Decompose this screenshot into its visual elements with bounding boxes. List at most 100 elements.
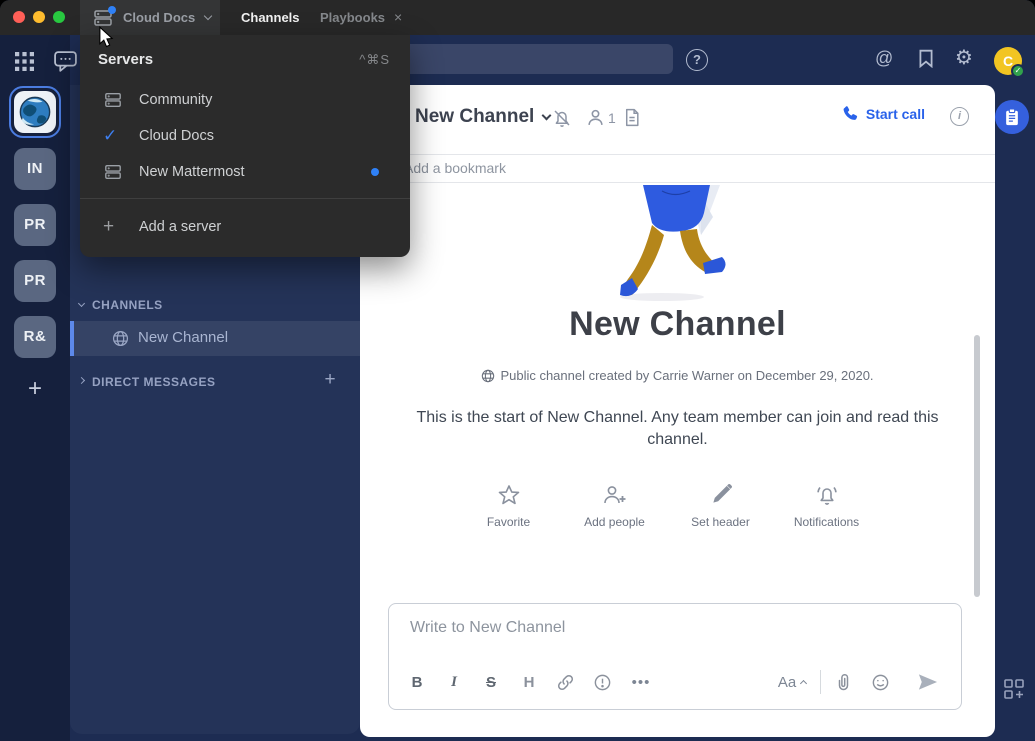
member-icon <box>586 108 605 127</box>
search-input[interactable] <box>395 44 673 74</box>
attach-file-icon[interactable] <box>831 666 855 698</box>
app-marketplace-icon[interactable] <box>1004 679 1024 704</box>
tab-close-icon[interactable]: × <box>394 9 402 25</box>
channel-info-icon[interactable]: i <box>950 107 969 126</box>
selected-channel-bar <box>70 321 74 356</box>
emoji-icon[interactable] <box>868 666 892 698</box>
server-icon <box>92 8 114 28</box>
globe-team-icon <box>18 95 52 129</box>
favorite-button[interactable]: Favorite <box>467 483 551 531</box>
help-icon[interactable]: ? <box>686 49 708 71</box>
check-icon: ✓ <box>103 126 125 146</box>
apps-grid-icon[interactable] <box>15 52 34 76</box>
servers-menu-header: Servers ^⌘S <box>80 35 410 82</box>
messages-icon[interactable] <box>53 50 78 78</box>
add-people-button[interactable]: Add people <box>573 483 657 531</box>
menu-item-community[interactable]: Community <box>80 82 410 118</box>
servers-menu-shortcut: ^⌘S <box>359 52 390 68</box>
team-item[interactable]: IN <box>14 148 56 190</box>
star-icon <box>467 483 551 513</box>
channel-title-menu[interactable]: New Channel <box>415 106 550 128</box>
strikethrough-button[interactable]: S <box>481 666 501 698</box>
toolbar-divider <box>820 670 821 694</box>
server-icon <box>103 162 125 182</box>
notifications-button[interactable]: Notifications <box>785 483 869 531</box>
unread-dot <box>371 168 379 176</box>
tab-channels[interactable]: Channels <box>241 0 300 35</box>
start-call-button[interactable]: Start call <box>842 105 925 122</box>
add-direct-message-button[interactable]: + <box>319 369 341 391</box>
channels-section-header[interactable]: CHANNELS <box>70 296 360 314</box>
server-dropdown-label: Cloud Docs <box>123 10 195 25</box>
person-plus-icon <box>573 483 657 513</box>
muted-bell-icon[interactable] <box>552 108 572 133</box>
menu-item-cloud-docs[interactable]: ✓ Cloud Docs <box>80 118 410 154</box>
message-composer[interactable]: B I S H ••• Aa <box>388 603 962 710</box>
bold-button[interactable]: B <box>407 666 427 698</box>
close-window-button[interactable] <box>13 11 25 23</box>
scrollbar-thumb[interactable] <box>974 335 980 597</box>
menu-item-new-mattermost[interactable]: New Mattermost <box>80 154 410 190</box>
team-item[interactable]: PR <box>14 260 56 302</box>
chevron-up-icon <box>800 680 807 687</box>
titlebar: Cloud Docs Channels Playbooks× <box>0 0 1035 35</box>
saved-posts-icon[interactable] <box>918 49 934 73</box>
playbooks-app-button[interactable] <box>995 100 1029 134</box>
server-icon <box>103 90 125 110</box>
mouse-cursor <box>98 26 114 48</box>
add-server-button[interactable]: + Add a server <box>80 207 410 247</box>
team-item-active[interactable] <box>9 86 61 138</box>
servers-menu-title: Servers <box>98 51 153 68</box>
direct-messages-section-header[interactable]: DIRECT MESSAGES <box>70 373 360 391</box>
app-bar <box>995 35 1035 741</box>
menu-divider <box>80 198 410 199</box>
server-unread-dot <box>108 6 116 14</box>
minimize-window-button[interactable] <box>33 11 45 23</box>
channel-members-button[interactable]: 1 <box>586 108 616 127</box>
add-bookmark-label[interactable]: Add a bookmark <box>404 160 506 176</box>
member-count: 1 <box>608 110 616 126</box>
team-item[interactable]: R& <box>14 316 56 358</box>
globe-icon <box>112 330 129 352</box>
app-window: Cloud Docs Channels Playbooks× ? @ ⚙ C ✓ <box>0 0 1035 741</box>
add-team-button[interactable]: + <box>14 372 56 406</box>
heading-button[interactable]: H <box>519 666 539 698</box>
italic-button[interactable]: I <box>444 666 464 698</box>
more-formatting-icon[interactable]: ••• <box>628 666 654 698</box>
zoom-window-button[interactable] <box>53 11 65 23</box>
channel-files-icon[interactable] <box>623 108 641 132</box>
servers-dropdown-menu: Servers ^⌘S Community ✓ Cloud Docs <box>80 35 410 257</box>
message-input[interactable] <box>408 618 928 638</box>
main-content: New Channel 1 <box>360 85 995 737</box>
channel-header: New Channel 1 <box>360 85 995 155</box>
show-formatting-button[interactable]: Aa <box>774 666 810 698</box>
sidebar-item-new-channel[interactable]: New Channel <box>70 321 360 356</box>
channel-intro-illustration <box>600 185 750 305</box>
chevron-down-icon <box>78 300 85 307</box>
channel-intro-actions: Favorite Add people Set header <box>360 483 975 531</box>
channel-intro-title: New Channel <box>360 305 995 344</box>
globe-icon <box>481 369 495 383</box>
chevron-right-icon <box>78 377 85 384</box>
message-priority-icon[interactable] <box>590 666 614 698</box>
chevron-down-icon <box>542 111 552 121</box>
send-message-icon[interactable] <box>913 666 941 698</box>
mentions-icon[interactable]: @ <box>875 46 893 70</box>
pencil-icon <box>679 483 763 513</box>
team-rail: IN PR PR R& + <box>0 35 70 741</box>
channel-intro-meta: Public channel created by Carrie Warner … <box>360 368 995 383</box>
bell-ring-icon <box>785 483 869 513</box>
chevron-down-icon <box>204 12 212 20</box>
tab-playbooks[interactable]: Playbooks× <box>320 0 402 35</box>
clipboard-icon <box>1003 108 1021 127</box>
channel-intro-body: This is the start of New Channel. Any te… <box>412 407 943 451</box>
settings-gear-icon[interactable]: ⚙ <box>955 47 973 69</box>
link-icon[interactable] <box>553 666 577 698</box>
set-header-button[interactable]: Set header <box>679 483 763 531</box>
plus-icon: + <box>103 216 125 238</box>
bookmark-bar[interactable]: Add a bookmark <box>360 156 995 183</box>
team-item[interactable]: PR <box>14 204 56 246</box>
start-call-label: Start call <box>866 106 925 122</box>
channel-name: New Channel <box>138 329 228 346</box>
phone-icon <box>842 105 859 122</box>
